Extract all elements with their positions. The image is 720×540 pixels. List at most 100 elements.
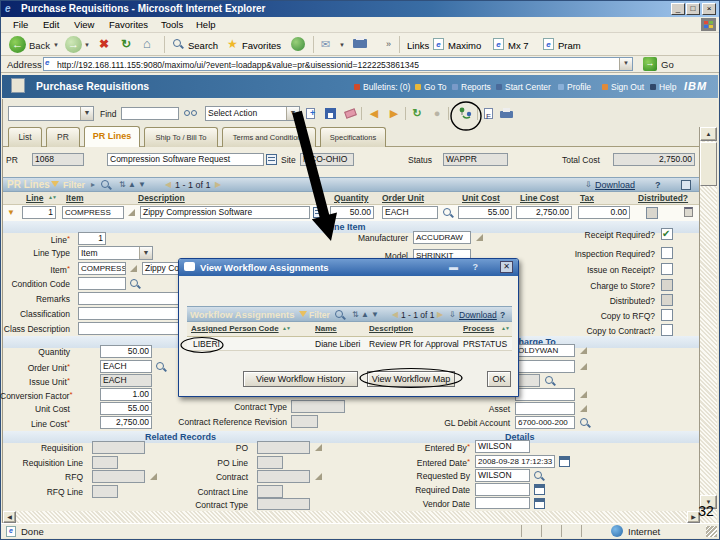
calendar-icon[interactable] — [559, 456, 570, 467]
stop-icon[interactable]: ✖ — [99, 37, 109, 51]
detail-menu-icon[interactable] — [128, 209, 135, 216]
horizontal-scrollbar[interactable] — [3, 511, 700, 523]
requested-by-field[interactable]: WILSON — [475, 469, 530, 482]
printer-icon[interactable] — [499, 106, 515, 122]
required-date-field[interactable] — [475, 483, 530, 496]
address-dropdown-icon[interactable]: ▼ — [619, 58, 632, 70]
quantity-field[interactable]: 50.00 — [100, 345, 152, 358]
detail-menu-icon[interactable] — [476, 234, 483, 241]
help-icon[interactable]: ? — [655, 180, 661, 190]
lookup-icon[interactable] — [580, 418, 591, 429]
col-process[interactable]: Process — [463, 324, 494, 333]
detail-menu-icon[interactable] — [315, 473, 322, 480]
home-icon[interactable]: ⌂ — [143, 36, 151, 51]
dialog-help-icon[interactable]: ? — [473, 262, 479, 272]
lookup-icon[interactable] — [130, 279, 141, 290]
select-action-dropdown[interactable]: Select Action▼ — [205, 106, 300, 121]
manufacturer-field[interactable]: ACCUDRAW — [413, 231, 471, 244]
asset-field[interactable] — [515, 402, 575, 415]
pager-next-icon[interactable]: ▶ — [215, 180, 221, 189]
pr-description-field[interactable]: Compression Software Request — [107, 153, 264, 166]
back-icon[interactable]: ← — [9, 36, 26, 53]
order-unit-field[interactable]: EACH — [100, 360, 152, 373]
vendor-date-field[interactable] — [475, 497, 530, 509]
mail-dropdown-icon[interactable]: ▼ — [339, 42, 345, 48]
nav-goto[interactable]: Go To — [424, 82, 447, 92]
filter-expand-icon[interactable]: ▸ — [91, 180, 95, 189]
line-field[interactable]: 1 — [78, 232, 106, 245]
download-link[interactable]: Download — [595, 180, 635, 190]
col-assigned-person-code[interactable]: Assigned Person Code — [191, 324, 279, 333]
nav-sign-out[interactable]: Sign Out — [611, 82, 644, 92]
detail-menu-icon[interactable] — [130, 265, 137, 272]
delete-row-icon[interactable] — [684, 207, 693, 217]
pager-next-icon[interactable]: ▶ — [437, 310, 443, 319]
workflow-icon[interactable] — [457, 106, 473, 122]
media-icon[interactable] — [291, 37, 305, 51]
gl-debit-account-field[interactable]: 6700-000-200 — [515, 416, 575, 429]
mail-icon[interactable]: ✉ — [321, 38, 330, 51]
find-input[interactable] — [121, 107, 179, 120]
clear-icon[interactable] — [343, 106, 359, 122]
search-icon[interactable] — [173, 39, 184, 50]
charge-to-field-2[interactable] — [515, 360, 575, 373]
tab-pr[interactable]: PR — [46, 127, 80, 147]
row-tax[interactable]: 0.00 — [578, 206, 630, 219]
col-order-unit[interactable]: Order Unit — [382, 193, 424, 203]
dialog-download-link[interactable]: Download — [459, 310, 497, 320]
forward-dropdown-icon[interactable]: ▼ — [84, 42, 90, 48]
scroll-down-icon[interactable]: ▼ — [700, 495, 717, 509]
query-select[interactable]: ▼ — [8, 106, 94, 121]
row-line[interactable]: 1 — [22, 206, 56, 219]
dialog-table-row[interactable]: LIBERI Diane Liberi Review PR for Approv… — [187, 337, 512, 351]
detail-menu-icon[interactable] — [580, 405, 587, 412]
nav-help[interactable]: Help — [659, 82, 676, 92]
inspection-required-checkbox[interactable] — [661, 247, 673, 259]
sort-icon[interactable]: ▲▼ — [48, 194, 56, 200]
row-line-cost[interactable]: 2,750.00 — [516, 206, 572, 219]
conversion-factor-field[interactable]: 1.00 — [100, 388, 152, 401]
col-quantity[interactable]: Quantity — [334, 193, 368, 203]
row-order-unit[interactable]: EACH — [382, 206, 438, 219]
detail-menu-icon[interactable] — [580, 363, 587, 370]
charge-to-field-4[interactable] — [515, 388, 575, 401]
entered-date-field[interactable]: 2008-09-28 17:12:33 — [475, 455, 555, 468]
nav-start-center[interactable]: Start Center — [505, 82, 551, 92]
ok-button[interactable]: OK — [487, 371, 511, 387]
toolbar-overflow-icon[interactable]: » — [386, 39, 391, 49]
lookup-icon[interactable] — [443, 208, 454, 219]
row-quantity[interactable]: 50.00 — [330, 206, 374, 219]
tab-terms[interactable]: Terms and Conditions — [222, 127, 316, 147]
item-field[interactable]: COMPRESS — [78, 262, 126, 275]
row-item[interactable]: COMPRESS — [62, 206, 124, 219]
go-icon[interactable]: → — [643, 57, 657, 71]
tab-specifications[interactable]: Specifications — [320, 127, 386, 147]
filter-search-icon[interactable] — [101, 180, 112, 191]
col-item[interactable]: Item — [66, 193, 83, 203]
col-line[interactable]: Line — [26, 193, 43, 203]
filter-icon[interactable] — [299, 311, 307, 317]
next-row-icon[interactable]: ▶ — [386, 106, 402, 122]
col-line-cost[interactable]: Line Cost — [520, 193, 559, 203]
menu-view[interactable]: View — [74, 19, 94, 30]
dialog-filter-label[interactable]: Filter — [309, 310, 330, 320]
copy-to-contract-checkbox[interactable] — [661, 324, 673, 336]
long-description-icon[interactable] — [313, 207, 324, 218]
close-button[interactable]: × — [702, 3, 716, 15]
grid-icons[interactable]: ⇅ ▲ ▼ — [352, 310, 379, 319]
issue-on-receipt-checkbox[interactable] — [661, 263, 673, 275]
grid-icons[interactable]: ⇅ ▲ ▼ — [119, 180, 146, 189]
pager-prev-icon[interactable]: ◀ — [165, 180, 171, 189]
tab-list[interactable]: List — [8, 127, 42, 147]
long-description-icon[interactable] — [266, 154, 277, 165]
menu-help[interactable]: Help — [196, 19, 216, 30]
collapse-icon[interactable] — [681, 180, 691, 190]
new-record-icon[interactable]: + — [303, 106, 319, 122]
lookup-icon[interactable] — [534, 471, 545, 482]
menu-tools[interactable]: Tools — [161, 19, 183, 30]
detail-menu-icon[interactable] — [580, 391, 587, 398]
maximize-button[interactable]: □ — [686, 3, 700, 15]
refresh-icon[interactable]: ↻ — [121, 37, 131, 51]
pager-prev-icon[interactable]: ◀ — [392, 310, 398, 319]
line-type-select[interactable]: Item▼ — [78, 246, 153, 260]
